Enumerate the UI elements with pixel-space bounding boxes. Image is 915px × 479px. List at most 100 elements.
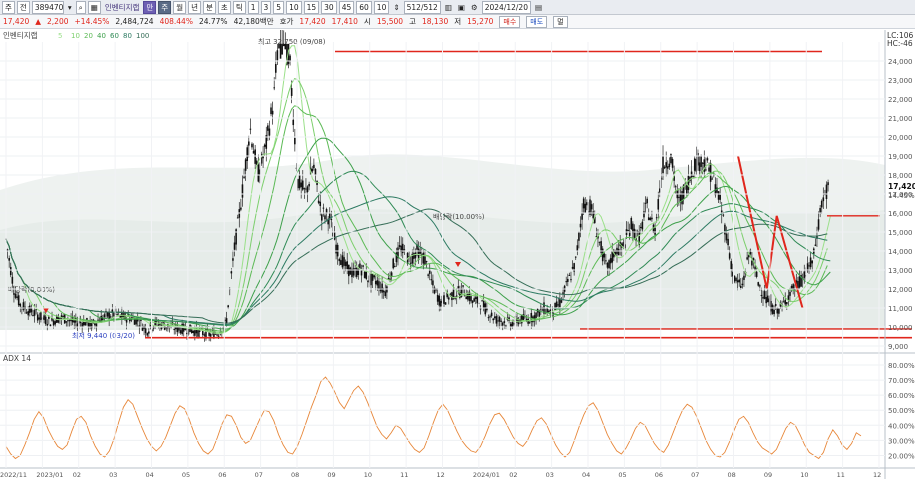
price-candle-body: [822, 197, 825, 202]
price-candle-body: [479, 308, 482, 310]
stock-code-input[interactable]: 389470: [31, 0, 64, 14]
price-candle-body: [643, 211, 645, 218]
market-select[interactable]: 전: [16, 0, 30, 14]
interval-15-button[interactable]: 15: [303, 0, 320, 14]
interval-1-button[interactable]: 1: [247, 0, 259, 14]
period-select[interactable]: 주: [2, 0, 15, 14]
price-candle-body: [65, 321, 68, 323]
price-candle-body: [657, 199, 660, 210]
price-candle-body: [190, 329, 193, 333]
price-candle-body: [471, 300, 474, 303]
price-candle-body: [598, 241, 601, 243]
buy-button[interactable]: 매수: [499, 15, 521, 28]
adx-tick-label: 20.00%: [888, 452, 915, 460]
price-candle-body: [294, 137, 296, 145]
price-candle-body: [766, 295, 769, 303]
price-candle-body: [341, 255, 344, 268]
price-candle-body: [678, 196, 680, 198]
tf-month-button[interactable]: 월: [173, 0, 187, 14]
price-candle-body: [473, 298, 475, 302]
price-candle-body: [662, 155, 664, 173]
price-candle-body: [482, 300, 485, 309]
price-candle-body: [559, 299, 561, 308]
price-candle-body: [352, 268, 355, 276]
price-tick-label: 23,000: [888, 77, 913, 85]
grid-icon[interactable]: ▦: [87, 0, 101, 14]
tf-year-button[interactable]: 년: [188, 0, 201, 14]
price-candle-body: [340, 260, 342, 265]
price-candle-body: [16, 296, 18, 299]
price-candle-body: [584, 203, 587, 213]
price-candle-body: [425, 261, 428, 263]
price-candle-body: [251, 143, 253, 148]
price-candle-body: [568, 274, 571, 276]
adx-tick-label: 70.00%: [888, 377, 915, 385]
tf-second-button[interactable]: 초: [217, 0, 231, 14]
price-candle-body: [133, 319, 136, 325]
price-candle-body: [370, 273, 372, 286]
price-candle-body: [760, 294, 763, 296]
interval-30-button[interactable]: 30: [321, 0, 337, 14]
price-candle-body: [349, 267, 352, 275]
adx-tick-label: 50.00%: [888, 407, 915, 415]
stock-badge[interactable]: 만: [143, 0, 157, 14]
count-input[interactable]: 10: [373, 0, 390, 14]
price-candle-body: [308, 183, 310, 187]
interval-10-button[interactable]: 10: [286, 0, 302, 14]
price-candle-body: [579, 223, 582, 228]
price-candle-body: [116, 313, 118, 315]
price-candle-body: [649, 217, 652, 221]
price-candle-body: [108, 312, 110, 320]
dropdown-icon[interactable]: ▾: [66, 2, 74, 13]
interval-60-button[interactable]: 60: [356, 0, 372, 14]
search-icon[interactable]: ⌕: [75, 0, 86, 14]
interval-45-button[interactable]: 45: [338, 0, 355, 14]
price-candle-body: [97, 319, 99, 321]
price-candle-body: [54, 321, 56, 325]
price-candle-body: [541, 309, 544, 311]
save-icon[interactable]: ▣: [456, 2, 467, 13]
price-candle-body: [606, 262, 609, 268]
price-candle-body: [641, 221, 644, 230]
y-axis-title-hc: HC:-46: [887, 39, 913, 48]
price-change: 2,200: [47, 17, 69, 26]
calendar-icon[interactable]: ▤: [533, 2, 544, 13]
interval-5-button[interactable]: 5: [273, 0, 285, 14]
price-candle-body: [254, 149, 256, 164]
price-candle-body: [373, 275, 375, 278]
price-candle-body: [489, 316, 491, 318]
sell-button[interactable]: 매도: [526, 15, 548, 28]
price-tick-label: 21,000: [888, 115, 913, 123]
price-candle-body: [465, 296, 468, 300]
spinner-icon[interactable]: ⇕: [391, 2, 401, 13]
price-candle-body: [292, 119, 295, 126]
tf-week-button[interactable]: 주: [158, 0, 172, 14]
price-candle-body: [787, 295, 790, 300]
price-tick-label: 18,000: [888, 172, 913, 180]
price-candle-body: [140, 319, 142, 321]
price-candle-body: [394, 265, 396, 267]
price-candle-body: [654, 227, 656, 235]
price-candle-body: [738, 279, 740, 283]
price-candle-body: [230, 271, 233, 274]
price-candle-body: [197, 329, 199, 337]
ma-legend-label: 20: [84, 32, 93, 40]
price-candle-body: [730, 261, 733, 270]
tf-minute-button[interactable]: 분: [203, 0, 216, 14]
price-candle-body: [671, 158, 674, 168]
settings-icon[interactable]: ⚙: [469, 2, 480, 13]
x-tick-label: 10: [364, 471, 372, 479]
price-candle-body: [316, 180, 318, 186]
chart-icon[interactable]: ▥: [443, 2, 454, 13]
price-candle-body: [511, 322, 514, 328]
extra-button[interactable]: 멀: [553, 15, 568, 28]
date-input[interactable]: 2024/12/20: [481, 0, 531, 14]
tf-tick-button[interactable]: 틱: [232, 0, 246, 14]
price-candle-body: [233, 242, 236, 250]
price-candle-body: [67, 320, 69, 322]
price-candle-body: [335, 244, 337, 254]
price-candle-body: [179, 330, 182, 334]
price-candle-body: [693, 158, 696, 171]
current-price: 17,420: [3, 17, 30, 26]
interval-3-button[interactable]: 3: [260, 0, 272, 14]
